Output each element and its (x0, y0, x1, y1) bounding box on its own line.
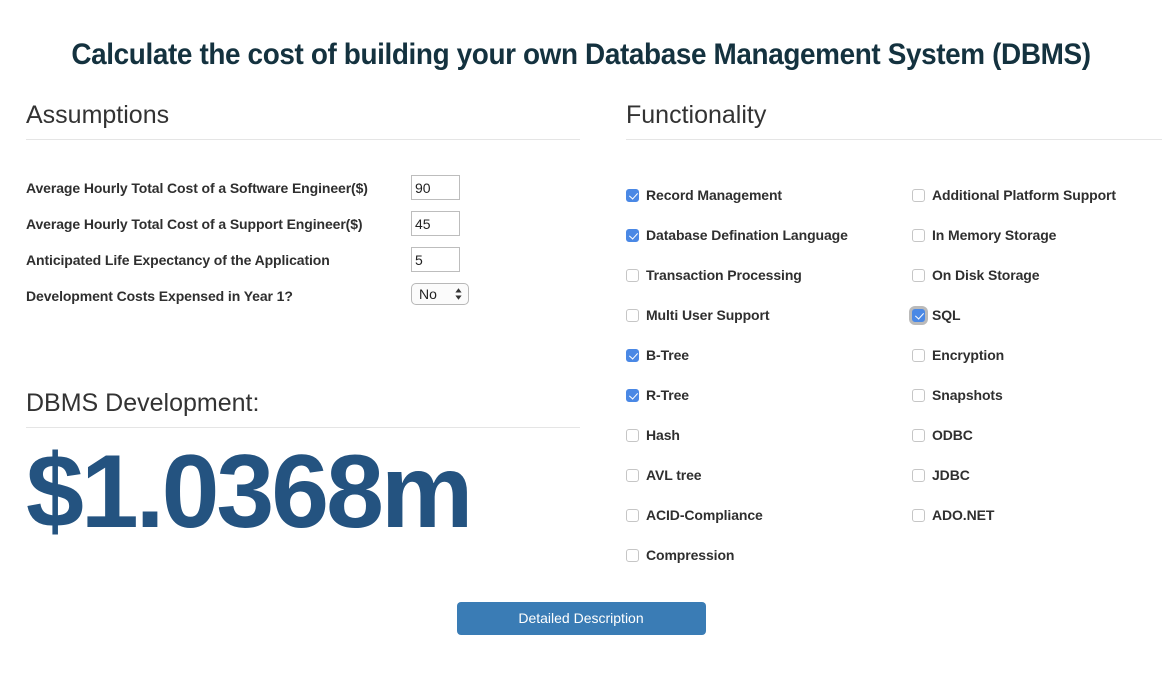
assumption-row: Development Costs Expensed in Year 1? NoY… (26, 283, 580, 319)
functionality-option-label: SQL (932, 307, 961, 323)
functionality-option-hash[interactable]: Hash (626, 415, 848, 455)
functionality-option-label: Encryption (932, 347, 1005, 363)
functionality-option-r-tree[interactable]: R-Tree (626, 375, 848, 415)
functionality-option-in-memory-storage[interactable]: In Memory Storage (912, 215, 1116, 255)
assumptions-heading: Assumptions (26, 100, 580, 140)
assumptions-panel: Assumptions Average Hourly Total Cost of… (26, 100, 580, 319)
functionality-column-right: Additional Platform Support In Memory Sto… (912, 175, 1116, 535)
checkbox-checked-icon[interactable] (626, 388, 639, 402)
assumption-number-input-1[interactable] (411, 175, 460, 200)
detailed-description-button[interactable]: Detailed Description (456, 602, 706, 635)
checkbox-unchecked-icon[interactable] (912, 228, 925, 242)
assumption-field (411, 175, 460, 200)
expense-year1-select-wrap: NoYes (411, 283, 469, 305)
functionality-option-label: R-Tree (646, 387, 689, 403)
functionality-option-multi-user-support[interactable]: Multi User Support (626, 295, 848, 335)
assumption-field: NoYes (411, 283, 469, 305)
assumptions-list: Average Hourly Total Cost of a Software … (26, 175, 580, 319)
functionality-option-label: ACID-Compliance (646, 507, 763, 523)
functionality-option-label: Record Management (646, 187, 782, 203)
checkbox-checked-icon[interactable] (626, 348, 639, 362)
assumption-label: Average Hourly Total Cost of a Support E… (26, 216, 363, 232)
functionality-grid: Record Management Database Defination Lan… (626, 175, 1162, 575)
functionality-option-label: Additional Platform Support (932, 187, 1116, 203)
functionality-option-label: In Memory Storage (932, 227, 1057, 243)
functionality-option-label: AVL tree (646, 467, 702, 483)
checkbox-unchecked-icon[interactable] (626, 548, 639, 562)
page-title: Calculate the cost of building your own … (71, 38, 1091, 72)
functionality-option-transaction-processing[interactable]: Transaction Processing (626, 255, 848, 295)
functionality-option-label: JDBC (932, 467, 970, 483)
expense-year1-select[interactable]: NoYes (411, 283, 469, 305)
dbms-development-panel: DBMS Development: $1.0368m (26, 388, 580, 548)
functionality-option-label: B-Tree (646, 347, 689, 363)
checkbox-unchecked-icon[interactable] (912, 268, 925, 282)
functionality-option-b-tree[interactable]: B-Tree (626, 335, 848, 375)
functionality-option-label: Database Defination Language (646, 227, 848, 243)
functionality-option-snapshots[interactable]: Snapshots (912, 375, 1116, 415)
dbms-development-amount: $1.0368m (26, 434, 473, 550)
functionality-option-additional-platform-support[interactable]: Additional Platform Support (912, 175, 1116, 215)
checkbox-unchecked-icon[interactable] (912, 468, 925, 482)
checkbox-checked-icon[interactable] (912, 308, 925, 322)
assumption-row: Anticipated Life Expectancy of the Appli… (26, 247, 580, 283)
footer-actions: Detailed Description (0, 602, 1162, 635)
functionality-option-database-defination-language[interactable]: Database Defination Language (626, 215, 848, 255)
assumption-row: Average Hourly Total Cost of a Software … (26, 175, 580, 211)
checkbox-unchecked-icon[interactable] (626, 508, 639, 522)
assumption-label: Development Costs Expensed in Year 1? (26, 288, 293, 304)
functionality-option-record-management[interactable]: Record Management (626, 175, 848, 215)
functionality-option-avl-tree[interactable]: AVL tree (626, 455, 848, 495)
functionality-option-compression[interactable]: Compression (626, 535, 848, 575)
functionality-option-label: Transaction Processing (646, 267, 802, 283)
functionality-option-odbc[interactable]: ODBC (912, 415, 1116, 455)
checkbox-unchecked-icon[interactable] (626, 428, 639, 442)
checkbox-unchecked-icon[interactable] (626, 268, 639, 282)
functionality-option-label: Hash (646, 427, 680, 443)
checkbox-checked-icon[interactable] (626, 188, 639, 202)
assumption-field (411, 247, 460, 272)
functionality-option-label: On Disk Storage (932, 267, 1040, 283)
checkbox-unchecked-icon[interactable] (626, 468, 639, 482)
functionality-option-label: Multi User Support (646, 307, 770, 323)
assumption-number-input-2[interactable] (411, 211, 460, 236)
functionality-option-label: ODBC (932, 427, 973, 443)
functionality-option-ado-net[interactable]: ADO.NET (912, 495, 1116, 535)
functionality-option-acid-compliance[interactable]: ACID-Compliance (626, 495, 848, 535)
checkbox-unchecked-icon[interactable] (912, 188, 925, 202)
assumption-number-input-3[interactable] (411, 247, 460, 272)
functionality-heading: Functionality (626, 100, 1162, 140)
checkbox-unchecked-icon[interactable] (912, 348, 925, 362)
checkbox-unchecked-icon[interactable] (912, 428, 925, 442)
functionality-option-sql[interactable]: SQL (912, 295, 1116, 335)
assumption-row: Average Hourly Total Cost of a Support E… (26, 211, 580, 247)
checkbox-checked-icon[interactable] (626, 228, 639, 242)
checkbox-unchecked-icon[interactable] (912, 508, 925, 522)
dbms-development-heading: DBMS Development: (26, 388, 580, 428)
checkbox-unchecked-icon[interactable] (912, 388, 925, 402)
functionality-option-encryption[interactable]: Encryption (912, 335, 1116, 375)
functionality-option-on-disk-storage[interactable]: On Disk Storage (912, 255, 1116, 295)
checkbox-unchecked-icon[interactable] (626, 308, 639, 322)
functionality-column-left: Record Management Database Defination Lan… (626, 175, 848, 575)
assumption-label: Average Hourly Total Cost of a Software … (26, 180, 368, 196)
assumption-label: Anticipated Life Expectancy of the Appli… (26, 252, 330, 268)
functionality-option-jdbc[interactable]: JDBC (912, 455, 1116, 495)
functionality-option-label: Snapshots (932, 387, 1003, 403)
functionality-option-label: ADO.NET (932, 507, 995, 523)
assumption-field (411, 211, 460, 236)
functionality-panel: Functionality Record Management Database … (626, 100, 1162, 575)
functionality-option-label: Compression (646, 547, 735, 563)
